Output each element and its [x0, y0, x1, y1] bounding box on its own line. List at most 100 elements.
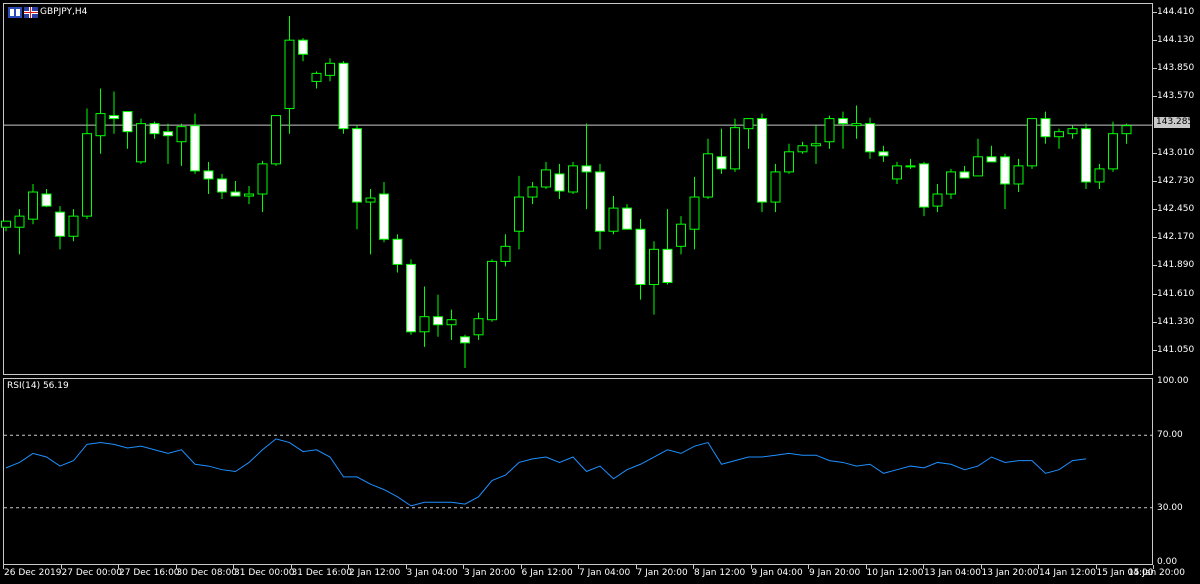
candle-bull	[797, 145, 808, 153]
candle-bear	[757, 118, 767, 203]
rsi-title: RSI(14) 56.19	[7, 381, 69, 391]
candle-bull	[743, 118, 754, 130]
candle-bear	[122, 111, 133, 133]
time-axis-label: 31 Dec 16:00	[291, 568, 353, 578]
price-axis-label: 143.010	[1157, 147, 1195, 158]
candle-bear	[55, 211, 65, 237]
candle-bear	[554, 173, 565, 192]
price-axis-label: 143.570	[1157, 91, 1195, 102]
candle-bull	[973, 156, 983, 177]
price-axis-label: 141.610	[1157, 288, 1195, 299]
candle-bear	[109, 115, 119, 120]
time-axis-label: 9 Jan 04:00	[751, 568, 803, 578]
time-axis-label: 6 Jan 12:00	[521, 568, 573, 578]
candle-bull	[1121, 125, 1132, 135]
candle-bull	[473, 318, 484, 336]
candle-bear	[1040, 118, 1051, 138]
candle-bear	[865, 123, 875, 153]
candle-bull	[1054, 131, 1064, 138]
candle-bear	[959, 171, 970, 179]
candle-bear	[905, 165, 916, 168]
candle-bull	[703, 153, 713, 198]
price-axis-label: 143.850	[1157, 63, 1195, 74]
time-axis-label: 27 Dec 00:00	[61, 568, 123, 578]
candle-bear	[662, 248, 673, 284]
candle-bear	[298, 39, 308, 55]
candle-bull	[311, 72, 322, 82]
rsi-line	[5, 438, 1087, 507]
candle-bear	[379, 193, 389, 240]
candle-bull	[676, 223, 686, 247]
candle-bear	[986, 156, 997, 163]
time-axis-label: 9 Jan 20:00	[809, 568, 861, 578]
candle-bull	[1067, 128, 1078, 135]
candle-bull	[824, 118, 835, 143]
candle-bull	[487, 260, 497, 321]
time-axis-label: 27 Dec 16:00	[119, 568, 180, 578]
candle-bull	[784, 151, 794, 173]
candle-bull	[770, 171, 781, 203]
price-axis-label: 141.890	[1157, 260, 1195, 271]
candle-bull	[851, 123, 862, 127]
time-axis-label: 26 Dec 2019	[4, 568, 62, 578]
rsi-axis-label: 70.00	[1157, 430, 1183, 441]
candle-bear	[460, 336, 470, 344]
candle-bear	[41, 193, 52, 207]
candle-bear	[392, 238, 403, 265]
price-axis-label: 141.330	[1157, 316, 1195, 327]
candle-bear	[716, 156, 727, 170]
candle-bear	[622, 207, 632, 230]
candle-bear	[919, 163, 929, 208]
candle-bull	[419, 316, 430, 333]
candle-bull	[689, 196, 700, 230]
candle-bull	[527, 186, 538, 198]
candle-bull	[730, 127, 740, 170]
candle-bull	[1094, 168, 1105, 183]
rsi-axis-label: 100.00	[1157, 376, 1189, 386]
candle-bear	[433, 316, 443, 326]
current-price-label: 143.285	[1154, 117, 1194, 128]
time-axis-label: 30 Dec 08:00	[176, 568, 238, 578]
time-axis-label: 3 Jan 04:00	[406, 568, 458, 578]
candle-bear	[190, 125, 200, 172]
candle-bull	[946, 171, 956, 195]
candle-bull	[244, 193, 254, 197]
candle-bull	[500, 245, 511, 262]
time-axis-label: 13 Jan 04:00	[924, 568, 981, 578]
candle-bear	[595, 171, 605, 232]
time-axis-label: 7 Jan 20:00	[636, 568, 688, 578]
time-axis-label: 15 Jan 20:00	[1128, 568, 1185, 578]
candle-bear	[149, 123, 160, 135]
candle-bull	[608, 207, 619, 232]
candle-bull	[284, 39, 295, 110]
rsi-axis-label: 0.00	[1157, 557, 1178, 567]
price-axis-label: 142.730	[1157, 175, 1195, 186]
time-axis-label: 8 Jan 12:00	[694, 568, 746, 578]
candle-bear	[352, 128, 362, 203]
candle-bull	[68, 215, 79, 237]
chart-window[interactable]: GBPJPY,H4 144.410 144.130 143.850 143.570 14…	[0, 0, 1200, 584]
rsi-axis-label: 30.00	[1157, 502, 1183, 513]
time-axis-label: 7 Jan 04:00	[579, 568, 631, 578]
candle-bull	[811, 143, 821, 147]
candle-bear	[878, 151, 889, 157]
candle-bull	[649, 248, 659, 286]
candle-bear	[838, 118, 848, 125]
time-axis-label: 3 Jan 20:00	[464, 568, 516, 578]
time-axis-label: 2 Jan 12:00	[349, 568, 401, 578]
candle-bull	[1013, 165, 1024, 185]
candle-bull	[1108, 133, 1118, 170]
chart-canvas[interactable]	[0, 0, 1200, 584]
candle-bull	[271, 115, 281, 165]
candle-bull	[1, 220, 11, 228]
time-axis-label: 14 Jan 12:00	[1039, 568, 1096, 578]
candle-bear	[406, 263, 416, 333]
candle-bull	[568, 165, 578, 193]
candle-bull	[176, 126, 187, 143]
candle-bull	[28, 191, 38, 220]
candle-bull	[1027, 118, 1037, 167]
candle-bear	[338, 62, 349, 130]
candle-bear	[217, 178, 227, 193]
candle-bull	[257, 163, 268, 195]
price-axis-label: 144.410	[1157, 7, 1195, 18]
